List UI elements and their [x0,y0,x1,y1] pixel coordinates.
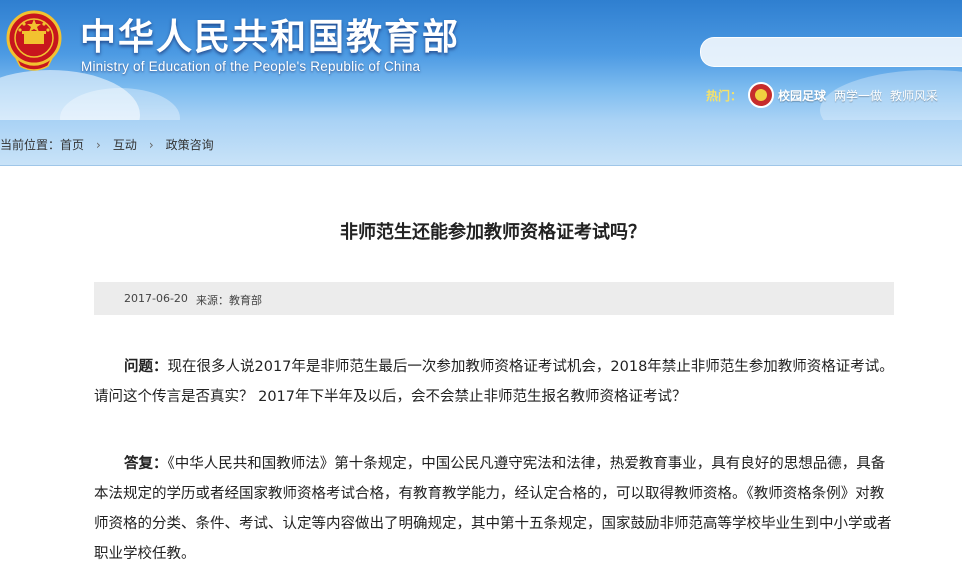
hot-link-teacher-style[interactable]: 教师风采 [890,87,938,104]
answer-label: 答复： [124,456,168,472]
article-title: 非师范生还能参加教师资格证考试吗？ [340,222,646,243]
answer-paragraph: 答复：《中华人民共和国教师法》第十条规定，中国公民凡遵守宪法和法律，热爱教育事业… [94,449,894,569]
breadcrumb-bar: 当前位置： 首页 › 互动 › 政策咨询 [0,120,962,166]
hot-topics-label: 热门： [706,88,743,103]
question-paragraph: 问题：现在很多人说2017年是非师范生最后一次参加教师资格证考试机会，2018年… [94,352,894,412]
hot-link-two-studies[interactable]: 两学一做 [834,87,882,104]
article-meta-bar: 2017-06-20 来源：教育部 [94,282,894,315]
campus-football-logo-icon[interactable] [748,82,775,108]
site-header: 中华人民共和国教育部 Ministry of Education of the … [0,0,962,120]
breadcrumb-policy-consult-link[interactable]: 政策咨询 [166,136,214,153]
article-source: 来源：教育部 [196,294,262,307]
question-text: 现在很多人说2017年是非师范生最后一次参加教师资格证考试机会，2018年禁止非… [94,359,894,405]
site-subtitle: Ministry of Education of the People's Re… [81,59,421,74]
chevron-right-icon: › [148,137,154,152]
breadcrumb-home-link[interactable]: 首页 [60,136,84,153]
question-label: 问题： [124,359,168,375]
article-content: 非师范生还能参加教师资格证考试吗？ 2017-06-20 来源：教育部 问题：现… [0,166,962,583]
site-title[interactable]: 中华人民共和国教育部 [80,8,460,60]
breadcrumb: 当前位置： 首页 › 互动 › 政策咨询 [0,136,214,153]
search-input[interactable] [700,37,962,67]
answer-text: 《中华人民共和国教师法》第十条规定，中国公民凡遵守宪法和法律，热爱教育事业，具有… [94,456,892,562]
hot-topics-bar: 热门： 校园足球 两学一做 教师风采 [706,82,946,108]
breadcrumb-interaction-link[interactable]: 互动 [113,136,137,153]
chevron-right-icon: › [96,137,101,152]
national-emblem-icon[interactable] [6,10,62,72]
hot-link-campus-football[interactable]: 校园足球 [778,87,826,104]
article-date: 2017-06-20 [124,292,188,305]
breadcrumb-prefix: 当前位置： [0,138,61,152]
